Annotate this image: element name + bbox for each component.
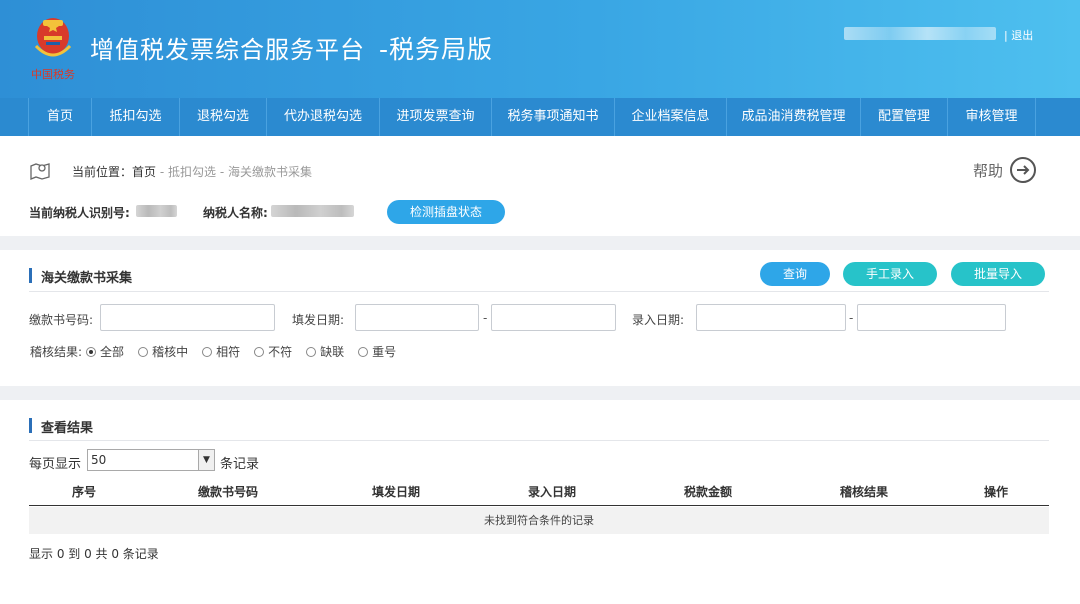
section-divider <box>29 291 1049 292</box>
help-button[interactable]: 帮助 <box>973 156 1037 184</box>
radio-duplicate-label: 重号 <box>372 345 397 359</box>
radio-match-label: 相符 <box>216 345 241 359</box>
nav-item-home[interactable]: 首页 <box>28 98 92 136</box>
date-range-dash: - <box>483 311 488 325</box>
taxpayer-name-redacted <box>271 205 354 217</box>
breadcrumb-home[interactable]: 首页 <box>132 165 156 179</box>
help-label: 帮助 <box>973 161 1004 180</box>
per-page-label: 每页显示 <box>29 457 82 472</box>
section-divider <box>29 440 1049 441</box>
payment-code-input[interactable] <box>100 304 275 331</box>
svg-text:中国税务: 中国税务 <box>31 67 75 81</box>
radio-unchecked-icon <box>202 346 213 357</box>
nav-item-refund-select[interactable]: 退税勾选 <box>180 98 267 136</box>
query-button[interactable]: 查询 <box>760 262 830 286</box>
nav-item-agent-refund-select[interactable]: 代办退税勾选 <box>267 98 380 136</box>
audit-result-label: 稽核结果: <box>30 345 83 359</box>
nav-item-audit[interactable]: 审核管理 <box>948 98 1036 136</box>
radio-missing-label: 缺联 <box>320 345 345 359</box>
user-info-redacted <box>844 27 996 40</box>
breadcrumb-deduct-select[interactable]: 抵扣勾选 <box>168 165 216 179</box>
platform-title: 增值税发票综合服务平台 -税务局版 <box>90 30 493 66</box>
per-page-value: 50 <box>91 453 107 467</box>
search-section-title: 海关缴款书采集 <box>29 267 132 286</box>
column-header-actions: 操作 <box>983 485 1009 499</box>
taxpayer-id-redacted <box>136 205 177 217</box>
nav-item-input-invoice-query[interactable]: 进项发票查询 <box>380 98 492 136</box>
nav-item-tax-notice[interactable]: 税务事项通知书 <box>492 98 615 136</box>
per-page-select[interactable]: 50 ▼ <box>87 449 215 471</box>
location-panel <box>0 136 1080 236</box>
platform-title-sub: -税务局版 <box>379 35 494 64</box>
nav-item-config[interactable]: 配置管理 <box>861 98 948 136</box>
results-section-title: 查看结果 <box>29 417 93 436</box>
nav-item-deduct-select[interactable]: 抵扣勾选 <box>92 98 180 136</box>
radio-checked-icon <box>86 346 97 357</box>
batch-import-button[interactable]: 批量导入 <box>951 262 1045 286</box>
radio-unchecked-icon <box>358 346 369 357</box>
breadcrumb-current: 海关缴款书采集 <box>227 165 312 179</box>
radio-auditing-label: 稽核中 <box>152 345 189 359</box>
nav-item-enterprise-archive[interactable]: 企业档案信息 <box>615 98 727 136</box>
app-header: 中国税务 增值税发票综合服务平台 -税务局版 | 退出 <box>0 0 1080 98</box>
radio-auditing[interactable]: 稽核中 <box>138 343 188 360</box>
column-header-index[interactable]: 序号 <box>72 483 96 500</box>
breadcrumb-prefix: 当前位置： <box>72 165 133 179</box>
issue-date-start-input[interactable] <box>355 304 479 331</box>
radio-missing[interactable]: 缺联 <box>306 343 344 360</box>
check-disk-status-button[interactable]: 检测插盘状态 <box>387 200 505 224</box>
issue-date-label: 填发日期: <box>292 313 345 327</box>
column-header-payment-code[interactable]: 缴款书号码 <box>198 483 258 500</box>
column-header-entry-date[interactable]: 录入日期 <box>528 483 576 500</box>
column-header-tax-amount[interactable]: 税款金额 <box>684 483 732 500</box>
column-header-issue-date[interactable]: 填发日期 <box>372 483 420 500</box>
tax-emblem-logo: 中国税务 <box>31 18 75 81</box>
audit-result-filter: 稽核结果: 全部 稽核中 相符 不符 缺联 重号 <box>30 343 396 360</box>
breadcrumb-separator: - <box>156 165 168 179</box>
date-range-dash: - <box>849 311 854 325</box>
platform-title-main: 增值税发票综合服务平台 <box>90 36 365 64</box>
entry-date-start-input[interactable] <box>696 304 846 331</box>
radio-unchecked-icon <box>306 346 317 357</box>
main-nav: 首页 抵扣勾选 退税勾选 代办退税勾选 进项发票查询 税务事项通知书 企业档案信… <box>0 98 1080 136</box>
nav-item-oil-consumption-tax[interactable]: 成品油消费税管理 <box>727 98 861 136</box>
column-header-audit-result[interactable]: 稽核结果 <box>840 483 888 500</box>
radio-match[interactable]: 相符 <box>202 343 240 360</box>
entry-date-label: 录入日期: <box>632 313 685 327</box>
radio-duplicate[interactable]: 重号 <box>358 343 396 360</box>
table-empty-row: 未找到符合条件的记录 <box>29 507 1049 534</box>
radio-unchecked-icon <box>138 346 149 357</box>
map-location-icon <box>30 163 50 180</box>
logout-link[interactable]: | 退出 <box>1004 27 1033 43</box>
pagination-summary: 显示 0 到 0 共 0 条记录 <box>29 547 159 561</box>
breadcrumb: 当前位置：首页 - 抵扣勾选 - 海关缴款书采集 <box>72 163 312 180</box>
taxpayer-name-label: 纳税人名称: <box>203 206 268 220</box>
radio-all[interactable]: 全部 <box>86 343 124 360</box>
radio-unchecked-icon <box>254 346 265 357</box>
radio-all-label: 全部 <box>100 345 125 359</box>
taxpayer-id-label: 当前纳税人识别号: <box>29 206 130 220</box>
issue-date-end-input[interactable] <box>491 304 616 331</box>
manual-entry-button[interactable]: 手工录入 <box>843 262 937 286</box>
arrow-right-circle-icon <box>1010 157 1037 183</box>
breadcrumb-separator: - <box>216 165 228 179</box>
records-label: 条记录 <box>220 457 260 472</box>
chevron-down-icon: ▼ <box>198 450 214 470</box>
payment-code-label: 缴款书号码: <box>29 313 94 327</box>
results-panel <box>0 400 1080 604</box>
entry-date-end-input[interactable] <box>857 304 1006 331</box>
table-header-divider <box>29 505 1049 506</box>
radio-mismatch-label: 不符 <box>268 345 293 359</box>
radio-mismatch[interactable]: 不符 <box>254 343 292 360</box>
